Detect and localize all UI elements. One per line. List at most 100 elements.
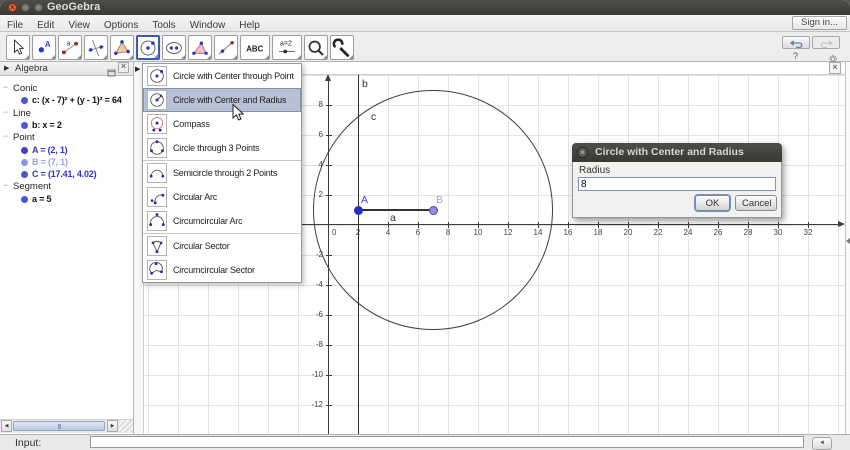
menu-item-circle-with-center-through-point[interactable]: Circle with Center through Point bbox=[143, 64, 301, 88]
y-tick bbox=[326, 345, 332, 346]
window-minimize-button[interactable] bbox=[21, 3, 30, 12]
y-tick-label: -10 bbox=[311, 370, 323, 379]
command-input[interactable] bbox=[90, 436, 804, 448]
graphics-close-icon[interactable]: × bbox=[829, 62, 841, 74]
point-B[interactable] bbox=[428, 205, 438, 215]
radius-input[interactable] bbox=[578, 177, 776, 191]
x-tick-label: 30 bbox=[773, 228, 783, 237]
segment-a[interactable] bbox=[358, 209, 433, 211]
algebra-group-conic[interactable]: − Conic bbox=[0, 82, 133, 95]
dropdown-corner-icon bbox=[51, 55, 55, 59]
sign-in-button[interactable]: Sign in... bbox=[792, 16, 847, 30]
window-titlebar[interactable]: × GeoGebra bbox=[0, 0, 850, 15]
dropdown-corner-icon bbox=[265, 55, 269, 59]
menu-item-circular-sector[interactable]: Circular Sector bbox=[143, 234, 301, 258]
dropdown-corner-icon bbox=[207, 55, 211, 59]
dialog-titlebar[interactable]: × Circle with Center and Radius bbox=[572, 143, 782, 162]
visibility-bullet-icon[interactable] bbox=[21, 158, 28, 166]
geogebra-window: × GeoGebra File Edit View Options Tools Windo… bbox=[0, 0, 850, 450]
scroll-left-icon[interactable]: ◀ bbox=[1, 420, 12, 432]
point-A[interactable] bbox=[353, 205, 363, 215]
algebra-scrollbar[interactable]: ◀ ▶ bbox=[0, 419, 133, 433]
segment-tool-button[interactable]: a bbox=[58, 35, 82, 60]
dropdown-corner-icon bbox=[323, 55, 327, 59]
visibility-bullet-icon[interactable] bbox=[21, 97, 28, 105]
window-maximize-button[interactable] bbox=[34, 3, 43, 12]
expand-panel-icon[interactable]: ▶ bbox=[135, 65, 140, 73]
dropdown-corner-icon bbox=[77, 55, 81, 59]
algebra-group-point[interactable]: − Point bbox=[0, 131, 133, 144]
algebra-item[interactable]: C = (17.41, 4.02) bbox=[0, 169, 133, 181]
algebra-item[interactable]: b: x = 2 bbox=[0, 120, 133, 132]
y-tick bbox=[326, 375, 332, 376]
point-tool-button[interactable]: A bbox=[32, 35, 56, 60]
menu-item-circle-through-3-points[interactable]: Circle through 3 Points bbox=[143, 136, 301, 160]
move-tool-button[interactable] bbox=[6, 35, 30, 60]
collapse-toggle-icon[interactable]: − bbox=[3, 180, 8, 190]
svg-text:ABC: ABC bbox=[246, 44, 263, 53]
semicircle-icon bbox=[147, 163, 167, 183]
svg-text:a: a bbox=[67, 40, 71, 47]
dropdown-corner-icon bbox=[154, 54, 158, 58]
algebra-item[interactable]: c: (x - 7)² + (y - 1)² = 64 bbox=[0, 95, 133, 107]
input-help-button[interactable]: ◄ bbox=[812, 437, 832, 450]
label-B: B bbox=[436, 194, 444, 206]
circle-radius-dialog: × Circle with Center and Radius Radius O… bbox=[572, 143, 782, 218]
polygon-tool-button[interactable] bbox=[110, 35, 134, 60]
collapse-panel-icon[interactable] bbox=[846, 238, 850, 244]
x-tick-label: 24 bbox=[683, 228, 693, 237]
angle-tool-button[interactable] bbox=[188, 35, 212, 60]
y-tick-label: -6 bbox=[315, 310, 323, 319]
redo-button[interactable] bbox=[812, 36, 840, 49]
dropdown-corner-icon bbox=[233, 55, 237, 59]
dropdown-corner-icon bbox=[25, 55, 29, 59]
collapse-toggle-icon[interactable]: − bbox=[3, 131, 8, 141]
move-graphics-tool-button[interactable] bbox=[330, 35, 354, 60]
dropdown-corner-icon bbox=[129, 55, 133, 59]
algebra-group-segment[interactable]: − Segment bbox=[0, 180, 133, 193]
circumcircular-arc-icon bbox=[147, 211, 167, 231]
resize-grip[interactable] bbox=[119, 420, 133, 432]
undo-button[interactable] bbox=[782, 36, 810, 49]
scrollbar-thumb[interactable] bbox=[13, 421, 105, 431]
menu-item-circumcircular-arc[interactable]: Circumcircular Arc bbox=[143, 209, 301, 233]
collapse-toggle-icon[interactable]: − bbox=[3, 82, 8, 92]
y-tick-label: -8 bbox=[315, 340, 323, 349]
menu-item-circular-arc[interactable]: Circular Arc bbox=[143, 185, 301, 209]
label-a: a bbox=[390, 212, 396, 224]
line-b[interactable] bbox=[358, 75, 359, 434]
circle-center-point-icon bbox=[147, 66, 167, 86]
algebra-item[interactable]: a = 5 bbox=[0, 194, 133, 206]
visibility-bullet-icon[interactable] bbox=[21, 146, 28, 154]
line-tool-button[interactable] bbox=[84, 35, 108, 60]
visibility-bullet-icon[interactable] bbox=[21, 121, 28, 129]
x-tick-label: 32 bbox=[803, 228, 813, 237]
menu-item-compass[interactable]: Compass bbox=[143, 112, 301, 136]
dialog-close-icon[interactable]: × bbox=[577, 147, 588, 158]
algebra-close-icon[interactable]: × bbox=[118, 62, 129, 73]
undo-icon bbox=[789, 40, 802, 49]
cancel-button[interactable]: Cancel bbox=[735, 195, 777, 211]
visibility-bullet-icon[interactable] bbox=[21, 171, 28, 179]
ok-button[interactable]: OK bbox=[695, 195, 730, 211]
conic-tool-button[interactable] bbox=[162, 35, 186, 60]
window-close-button[interactable]: × bbox=[8, 3, 17, 12]
algebra-item[interactable]: B = (7, 1) bbox=[0, 157, 133, 169]
menu-item-circumcircular-sector[interactable]: Circumcircular Sector bbox=[143, 258, 301, 282]
algebra-item[interactable]: A = (2, 1) bbox=[0, 145, 133, 157]
algebra-group-line[interactable]: − Line bbox=[0, 107, 133, 120]
menu-item-semicircle-through-2-points[interactable]: Semicircle through 2 Points bbox=[143, 161, 301, 185]
slider-tool-button[interactable]: a=2 bbox=[272, 35, 302, 60]
visibility-bullet-icon[interactable] bbox=[21, 195, 28, 203]
help-button[interactable]: ? bbox=[793, 51, 798, 61]
dropdown-corner-icon bbox=[181, 55, 185, 59]
collapse-toggle-icon[interactable]: − bbox=[3, 107, 8, 117]
circle-tool-button[interactable] bbox=[136, 35, 160, 60]
zoom-tool-button[interactable] bbox=[304, 35, 328, 60]
perpendicular-line-tool-button[interactable] bbox=[214, 35, 238, 60]
scroll-right-icon[interactable]: ▶ bbox=[107, 420, 118, 432]
menu-item-circle-with-center-and-radius[interactable]: Circle with Center and Radius bbox=[143, 88, 301, 112]
panel-menu-arrow-icon[interactable]: ▶ bbox=[4, 64, 9, 72]
x-tick-label: 20 bbox=[623, 228, 633, 237]
text-tool-button[interactable]: ABC bbox=[240, 35, 270, 60]
